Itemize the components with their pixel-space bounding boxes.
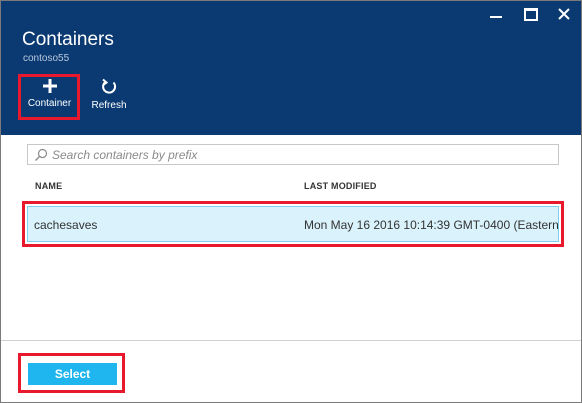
add-container-label: Container <box>27 98 72 109</box>
container-name: cachesaves <box>34 218 98 232</box>
blade-title: Containers <box>22 29 114 50</box>
search-box[interactable] <box>27 144 559 165</box>
close-icon[interactable] <box>556 6 572 22</box>
minimize-icon[interactable] <box>488 6 504 22</box>
plus-icon <box>42 79 57 93</box>
search-input[interactable] <box>52 147 558 162</box>
select-button[interactable]: Select <box>28 363 117 385</box>
blade-subtitle: contoso55 <box>23 53 70 64</box>
footer-divider <box>1 340 581 341</box>
add-container-button[interactable]: Container <box>23 78 76 118</box>
column-header-last-modified[interactable]: LAST MODIFIED <box>304 181 377 191</box>
refresh-icon <box>102 78 117 94</box>
table-row[interactable]: cachesaves Mon May 16 2016 10:14:39 GMT-… <box>27 206 560 242</box>
refresh-button[interactable]: Refresh <box>88 78 130 118</box>
blade-header: Containers contoso55 Container Refresh <box>1 1 581 135</box>
refresh-label: Refresh <box>91 100 127 111</box>
column-header-name[interactable]: NAME <box>35 181 62 191</box>
container-last-modified: Mon May 16 2016 10:14:39 GMT-0400 (Easte… <box>304 218 560 232</box>
containers-blade: Containers contoso55 Container Refresh N… <box>0 0 582 403</box>
maximize-icon[interactable] <box>523 6 539 22</box>
search-icon <box>35 148 48 161</box>
